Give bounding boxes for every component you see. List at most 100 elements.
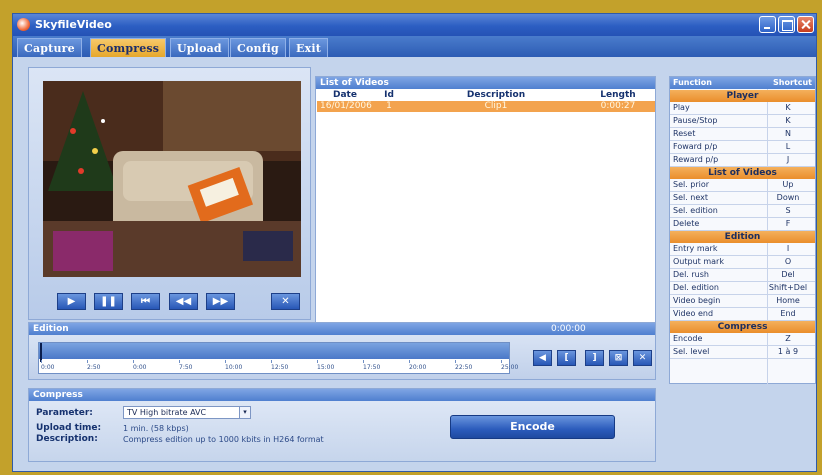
app-window: SkyfileVideo Capture Compress Upload Con…	[12, 13, 817, 472]
output-mark-button[interactable]: ]	[585, 350, 604, 366]
compress-panel: Compress Parameter: TV High bitrate AVC …	[28, 388, 656, 462]
timeline-tick-label: 10:00	[225, 364, 243, 371]
timeline-tick-label: 20:00	[409, 364, 427, 371]
delete-rush-button[interactable]: ⊠	[609, 350, 628, 366]
col-id[interactable]: Id	[376, 90, 402, 100]
video-preview	[43, 81, 301, 277]
timeline-tick-label: 2:50	[87, 364, 101, 371]
forward-button[interactable]: ▶▶	[206, 293, 235, 310]
window-title: SkyfileVideo	[35, 18, 112, 31]
shortcut-row: Output mark O	[670, 256, 815, 269]
shortcut-key: I	[786, 244, 790, 253]
menu-capture[interactable]: Capture	[17, 38, 82, 57]
shortcut-key: S	[785, 206, 791, 215]
shortcut-section-title: Edition	[670, 231, 815, 243]
shortcut-key: 1 à 9	[777, 347, 799, 356]
video-frame-image	[43, 81, 301, 277]
shortcut-row: Pause/Stop K	[670, 115, 815, 128]
title-bar: SkyfileVideo	[13, 14, 816, 36]
timeline-tick	[317, 360, 318, 363]
header-function: Function	[673, 78, 712, 87]
shortcut-function: Output mark	[673, 257, 724, 266]
reward-button[interactable]: ◀◀	[169, 293, 198, 310]
shortcut-row: Foward p/p L	[670, 141, 815, 154]
upload-time-value: 1 min. (58 kbps)	[123, 424, 189, 433]
timeline-tick	[87, 360, 88, 363]
shortcut-row: Entry mark I	[670, 243, 815, 256]
menu-config[interactable]: Config	[230, 38, 286, 57]
cell-description: Clip1	[484, 101, 508, 111]
pause-button[interactable]: ❚❚	[94, 293, 123, 310]
timeline-tick	[455, 360, 456, 363]
parameter-select[interactable]: TV High bitrate AVC ▾	[123, 406, 251, 419]
col-length[interactable]: Length	[586, 90, 650, 100]
play-button[interactable]: ▶	[57, 293, 86, 310]
menu-bar: Capture Compress Upload Config Exit	[13, 36, 816, 57]
shortcut-panel: Function Shortcut Player Play K Pause/Stop K…	[669, 76, 816, 385]
col-description[interactable]: Description	[416, 90, 576, 100]
table-row[interactable]: 16/01/2006 1 Clip1 0:00:27	[317, 101, 655, 112]
shortcut-function: Reset	[673, 129, 696, 138]
shortcut-function: Video begin	[673, 296, 721, 305]
maximize-button[interactable]	[778, 16, 795, 33]
col-date[interactable]: Date	[320, 90, 370, 100]
timeline-tick-label: 0:00	[41, 364, 55, 371]
shortcut-key: Up	[782, 180, 794, 189]
timeline-tick-label: 17:50	[363, 364, 381, 371]
shortcut-key: L	[785, 142, 791, 151]
video-list-title: List of Videos	[316, 77, 655, 89]
app-logo-icon	[17, 18, 30, 31]
reset-button[interactable]: ⏮	[131, 293, 160, 310]
shortcut-key: K	[785, 116, 791, 125]
shortcut-row: Del. edition Shift+Del	[670, 282, 815, 295]
shortcut-section-title: List of Videos	[670, 167, 815, 179]
delete-edition-button[interactable]: ✕	[633, 350, 652, 366]
encode-button[interactable]: Encode	[450, 415, 615, 439]
shortcut-key: Del	[781, 270, 795, 279]
shortcut-row: Sel. prior Up	[670, 179, 815, 192]
edition-panel: Edition 0:00:00 0:00 2:50 0:00 7:50 10:00 12:…	[28, 322, 656, 380]
shortcut-key: Home	[776, 296, 800, 305]
shortcut-key: Z	[785, 334, 791, 343]
parameter-select-value: TV High bitrate AVC	[127, 408, 207, 417]
shortcut-key: Shift+Del	[768, 283, 808, 292]
shortcut-function: Encode	[673, 334, 703, 343]
timeline-tick	[363, 360, 364, 363]
shortcut-row: Video begin Home	[670, 295, 815, 308]
shortcut-row: Delete F	[670, 218, 815, 231]
timeline-tick-label: 22:50	[455, 364, 473, 371]
shortcut-key: F	[785, 219, 791, 228]
timeline-tick-label: 12:50	[271, 364, 289, 371]
video-list-panel: List of Videos Date Id Description Lengt…	[315, 76, 656, 323]
timeline-tick	[501, 360, 502, 363]
menu-compress[interactable]: Compress	[90, 38, 167, 57]
timeline-tick-label: 7:50	[179, 364, 193, 371]
shortcut-key: O	[784, 257, 792, 266]
parameter-label: Parameter:	[36, 408, 93, 418]
shortcut-function: Foward p/p	[673, 142, 718, 151]
shortcut-function: Del. rush	[673, 270, 709, 279]
close-button[interactable]	[797, 16, 814, 33]
shortcut-section-title: Player	[670, 90, 815, 102]
menu-exit[interactable]: Exit	[289, 38, 329, 57]
shortcut-row: Reset N	[670, 128, 815, 141]
shortcut-key: N	[785, 129, 791, 138]
menu-upload[interactable]: Upload	[170, 38, 229, 57]
shortcut-key: J	[786, 155, 790, 164]
shortcut-key: End	[780, 309, 796, 318]
upload-time-label: Upload time:	[36, 423, 102, 433]
chevron-down-icon[interactable]: ▾	[239, 407, 250, 418]
timeline-track[interactable]	[39, 343, 509, 359]
shortcut-key: K	[785, 103, 791, 112]
timeline-tick-label: 0:00	[133, 364, 147, 371]
edition-timeline[interactable]: 0:00 2:50 0:00 7:50 10:00 12:50 15:00 17:50 20:0…	[38, 342, 518, 374]
edit-back-button[interactable]: ◀	[533, 350, 552, 366]
compress-title: Compress	[29, 389, 655, 401]
minimize-button[interactable]	[759, 16, 776, 33]
shortcut-function: Delete	[673, 219, 700, 228]
entry-mark-button[interactable]: [	[557, 350, 576, 366]
timeline-tick	[41, 360, 42, 363]
delete-clip-button[interactable]: ✕	[271, 293, 300, 310]
timeline-tick	[225, 360, 226, 363]
video-player-panel: ▶ ❚❚ ⏮ ◀◀ ▶▶ ✕	[28, 67, 311, 320]
